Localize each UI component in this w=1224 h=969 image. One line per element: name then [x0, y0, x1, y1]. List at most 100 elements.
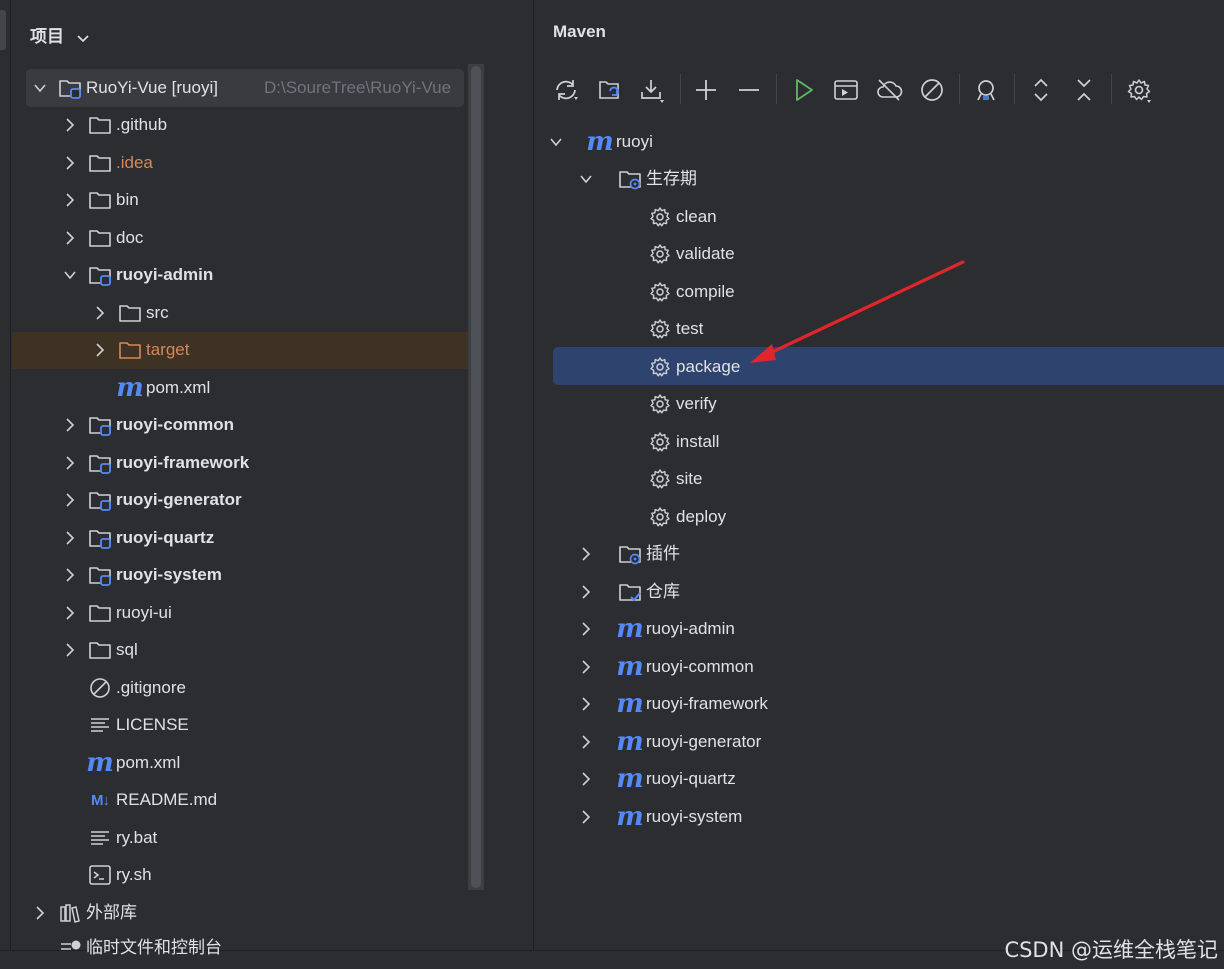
module-ruoyi-framework[interactable]: ruoyi-framework [12, 445, 464, 481]
folder-ruoyi-ui[interactable]: ruoyi-ui [12, 595, 464, 631]
offline-mode-icon[interactable] [875, 76, 903, 104]
maven-goal-site[interactable]: site [540, 461, 1220, 497]
generate-sources-icon[interactable] [596, 76, 624, 104]
project-scrollbar[interactable] [468, 64, 484, 890]
chevron-right-icon[interactable] [62, 605, 78, 621]
tree-item-label: target [146, 340, 190, 359]
maven-item-label: ruoyi-framework [646, 694, 768, 713]
maven-goal-deploy[interactable]: deploy [540, 499, 1220, 535]
folder-bin[interactable]: bin [12, 182, 464, 218]
file-ry-sh[interactable]: ry.sh [12, 857, 464, 893]
folder-idea[interactable]: .idea [12, 145, 464, 181]
chevron-right-icon[interactable] [62, 455, 78, 471]
folder-target[interactable]: target [12, 332, 464, 368]
module-ruoyi-system[interactable]: ruoyi-system [12, 557, 464, 593]
tree-item-label: ruoyi-framework [116, 453, 250, 472]
maven-goal-clean[interactable]: clean [540, 199, 1220, 235]
scratches-and-consoles[interactable]: 临时文件和控制台 [12, 930, 464, 966]
file-pom-admin[interactable]: m pom.xml [12, 370, 464, 406]
folder-doc[interactable]: doc [12, 220, 464, 256]
chevron-down-icon[interactable] [548, 134, 564, 150]
chevron-right-icon[interactable] [92, 342, 108, 358]
run-icon[interactable] [790, 76, 818, 104]
tree-item-label: ruoyi-ui [116, 603, 172, 622]
chevron-right-icon[interactable] [578, 809, 594, 825]
maven-project-icon: m [616, 802, 644, 832]
chevron-right-icon[interactable] [92, 305, 108, 321]
maven-plugins[interactable]: 插件 [540, 536, 1220, 572]
remove-icon[interactable] [735, 76, 763, 104]
file-license[interactable]: LICENSE [12, 707, 464, 743]
folder-github[interactable]: .github [12, 107, 464, 143]
maven-item-label: 插件 [646, 544, 680, 563]
project-root[interactable]: RuoYi-Vue [ruoyi] D:\SoureTree\RuoYi-Vue [12, 70, 464, 106]
chevron-right-icon[interactable] [62, 230, 78, 246]
folder-src[interactable]: src [12, 295, 464, 331]
chevron-right-icon[interactable] [578, 734, 594, 750]
chevron-down-icon[interactable] [578, 171, 594, 187]
chevron-right-icon[interactable] [62, 492, 78, 508]
add-icon[interactable] [692, 76, 720, 104]
module-ruoyi-quartz[interactable]: ruoyi-quartz [12, 520, 464, 556]
maven-module-ruoyi-common[interactable]: m ruoyi-common [540, 649, 1220, 685]
watermark: CSDN @运维全栈笔记 [1004, 938, 1218, 962]
module-folder-icon [88, 263, 112, 287]
maven-goal-verify[interactable]: verify [540, 386, 1220, 422]
maven-item-label: ruoyi [616, 132, 653, 151]
chevron-right-icon[interactable] [578, 659, 594, 675]
gear-icon [648, 467, 672, 491]
folder-sql[interactable]: sql [12, 632, 464, 668]
maven-module-ruoyi-quartz[interactable]: m ruoyi-quartz [540, 761, 1220, 797]
project-title-label: 项目 [30, 27, 64, 46]
chevron-right-icon[interactable] [578, 584, 594, 600]
maven-goal-compile[interactable]: compile [540, 274, 1220, 310]
chevron-right-icon[interactable] [578, 696, 594, 712]
maven-goal-package[interactable]: package [540, 349, 1220, 385]
chevron-right-icon[interactable] [578, 546, 594, 562]
execute-goal-icon[interactable] [832, 76, 860, 104]
chevron-right-icon[interactable] [578, 621, 594, 637]
scrollbar-thumb[interactable] [471, 66, 481, 888]
file-readme[interactable]: M↓ README.md [12, 782, 464, 818]
maven-module-ruoyi-admin[interactable]: m ruoyi-admin [540, 611, 1220, 647]
maven-goal-install[interactable]: install [540, 424, 1220, 460]
module-ruoyi-admin[interactable]: ruoyi-admin [12, 257, 464, 293]
module-ruoyi-common[interactable]: ruoyi-common [12, 407, 464, 443]
expand-all-icon[interactable] [1027, 76, 1055, 104]
chevron-right-icon[interactable] [62, 417, 78, 433]
project-panel-title[interactable]: 项目 [30, 22, 89, 47]
chevron-right-icon[interactable] [578, 771, 594, 787]
chevron-down-icon[interactable] [32, 80, 48, 96]
chevron-right-icon[interactable] [62, 117, 78, 133]
file-ry-bat[interactable]: ry.bat [12, 820, 464, 856]
chevron-right-icon[interactable] [62, 530, 78, 546]
external-libraries[interactable]: 外部库 [12, 895, 464, 931]
chevron-right-icon[interactable] [62, 642, 78, 658]
tree-item-label: bin [116, 190, 139, 209]
reload-all-icon[interactable] [552, 76, 580, 104]
maven-repositories[interactable]: 仓库 [540, 574, 1220, 610]
skip-tests-icon[interactable] [918, 76, 946, 104]
chevron-down-icon[interactable] [62, 267, 78, 283]
file-gitignore[interactable]: .gitignore [12, 670, 464, 706]
chevron-right-icon[interactable] [62, 155, 78, 171]
gear-icon [648, 242, 672, 266]
maven-goal-test[interactable]: test [540, 311, 1220, 347]
maven-module-ruoyi-system[interactable]: m ruoyi-system [540, 799, 1220, 835]
chevron-right-icon[interactable] [62, 192, 78, 208]
chevron-right-icon[interactable] [32, 905, 48, 921]
maven-module-ruoyi-generator[interactable]: m ruoyi-generator [540, 724, 1220, 760]
folder-icon [88, 188, 112, 212]
collapse-all-icon[interactable] [1070, 76, 1098, 104]
maven-module-ruoyi-framework[interactable]: m ruoyi-framework [540, 686, 1220, 722]
maven-goal-validate[interactable]: validate [540, 236, 1220, 272]
module-ruoyi-generator[interactable]: ruoyi-generator [12, 482, 464, 518]
maven-lifecycle[interactable]: 生存期 [540, 161, 1220, 197]
file-pom-root[interactable]: m pom.xml [12, 745, 464, 781]
gear-icon [648, 505, 672, 529]
maven-root-ruoyi[interactable]: m ruoyi [540, 124, 1220, 160]
chevron-right-icon[interactable] [62, 567, 78, 583]
show-dependencies-icon[interactable] [972, 76, 1000, 104]
download-icon[interactable] [638, 76, 666, 104]
settings-icon[interactable] [1125, 76, 1153, 104]
